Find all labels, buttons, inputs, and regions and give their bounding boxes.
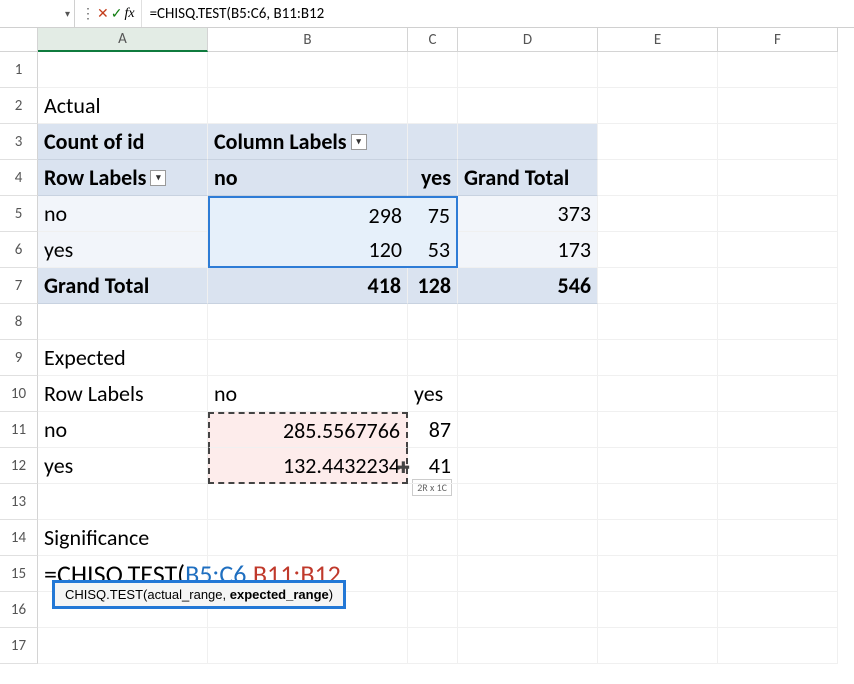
cell[interactable]: 128 (408, 268, 458, 304)
cell[interactable]: Count of id (38, 124, 208, 160)
formula-bar: ▾ ⋮ ✕ ✓ fx =CHISQ.TEST(B5:C6, B11:B12 (0, 0, 854, 28)
cell[interactable]: Row Labels▾ (38, 160, 208, 196)
chevron-down-icon: ▾ (65, 7, 70, 20)
function-tooltip: CHISQ.TEST(actual_range, expected_range) (52, 580, 346, 609)
cell[interactable]: 546 (458, 268, 598, 304)
row-header[interactable]: 3 (0, 124, 38, 160)
cell[interactable]: Expected (38, 340, 208, 376)
cell[interactable]: 285.5567766 (208, 412, 408, 448)
row-header[interactable]: 9 (0, 340, 38, 376)
cell[interactable]: 75 (408, 196, 458, 232)
row-header[interactable]: 16 (0, 592, 38, 628)
enter-icon[interactable]: ✓ (111, 5, 123, 22)
col-header[interactable]: E (598, 28, 718, 52)
cell[interactable]: Significance (38, 520, 208, 556)
row-header[interactable]: 6 (0, 232, 38, 268)
cell[interactable]: Column Labels▾ (208, 124, 408, 160)
cell[interactable]: yes (38, 232, 208, 268)
cell[interactable]: 120 (208, 232, 408, 268)
fx-icon[interactable]: fx (124, 6, 134, 22)
cell[interactable]: Grand Total (38, 268, 208, 304)
row-header[interactable]: 8 (0, 304, 38, 340)
cell[interactable]: 53 (408, 232, 458, 268)
col-header[interactable]: C (408, 28, 458, 52)
spreadsheet-grid[interactable]: A B C D E F 1 2 Actual 3 Count of id Col… (0, 28, 854, 664)
cell[interactable]: 87 (408, 412, 458, 448)
row-header[interactable]: 2 (0, 88, 38, 124)
cell[interactable]: no (208, 160, 408, 196)
filter-dropdown-icon[interactable]: ▾ (150, 170, 166, 186)
row-header[interactable]: 14 (0, 520, 38, 556)
cell[interactable]: 373 (458, 196, 598, 232)
cancel-icon[interactable]: ✕ (97, 5, 109, 22)
cell[interactable]: Actual (38, 88, 208, 124)
row-header[interactable]: 11 (0, 412, 38, 448)
cell[interactable]: 298 (208, 196, 408, 232)
row-header[interactable]: 4 (0, 160, 38, 196)
cell[interactable]: yes (408, 160, 458, 196)
row-header[interactable]: 1 (0, 52, 38, 88)
row-header[interactable]: 5 (0, 196, 38, 232)
col-header[interactable]: A (38, 28, 208, 52)
row-header[interactable]: 7 (0, 268, 38, 304)
cell[interactable]: 173 (458, 232, 598, 268)
row-header[interactable]: 10 (0, 376, 38, 412)
row-header[interactable]: 13 (0, 484, 38, 520)
name-box[interactable]: ▾ (0, 0, 75, 27)
cell[interactable]: yes (408, 376, 458, 412)
cell[interactable]: 418 (208, 268, 408, 304)
row-header[interactable]: 15 (0, 556, 38, 592)
formula-bar-controls: ⋮ ✕ ✓ fx (75, 0, 142, 27)
formula-input[interactable]: =CHISQ.TEST(B5:C6, B11:B12 (142, 5, 854, 23)
cell[interactable]: Row Labels (38, 376, 208, 412)
cell[interactable]: 132.4432234 ✚ 2R x 1C (208, 448, 408, 484)
filter-dropdown-icon[interactable]: ▾ (351, 134, 367, 150)
cell[interactable]: no (38, 412, 208, 448)
cell[interactable]: 41 (408, 448, 458, 484)
cell[interactable]: no (208, 376, 408, 412)
cell[interactable] (38, 52, 208, 88)
row-header[interactable]: 17 (0, 628, 38, 664)
select-all-corner[interactable] (0, 28, 38, 52)
cell[interactable]: yes (38, 448, 208, 484)
row-header[interactable]: 12 (0, 448, 38, 484)
col-header[interactable]: D (458, 28, 598, 52)
cell[interactable]: no (38, 196, 208, 232)
col-header[interactable]: B (208, 28, 408, 52)
column-headers: A B C D E F (0, 28, 854, 52)
cell[interactable]: Grand Total (458, 160, 598, 196)
more-icon[interactable]: ⋮ (81, 5, 95, 22)
col-header[interactable]: F (718, 28, 838, 52)
